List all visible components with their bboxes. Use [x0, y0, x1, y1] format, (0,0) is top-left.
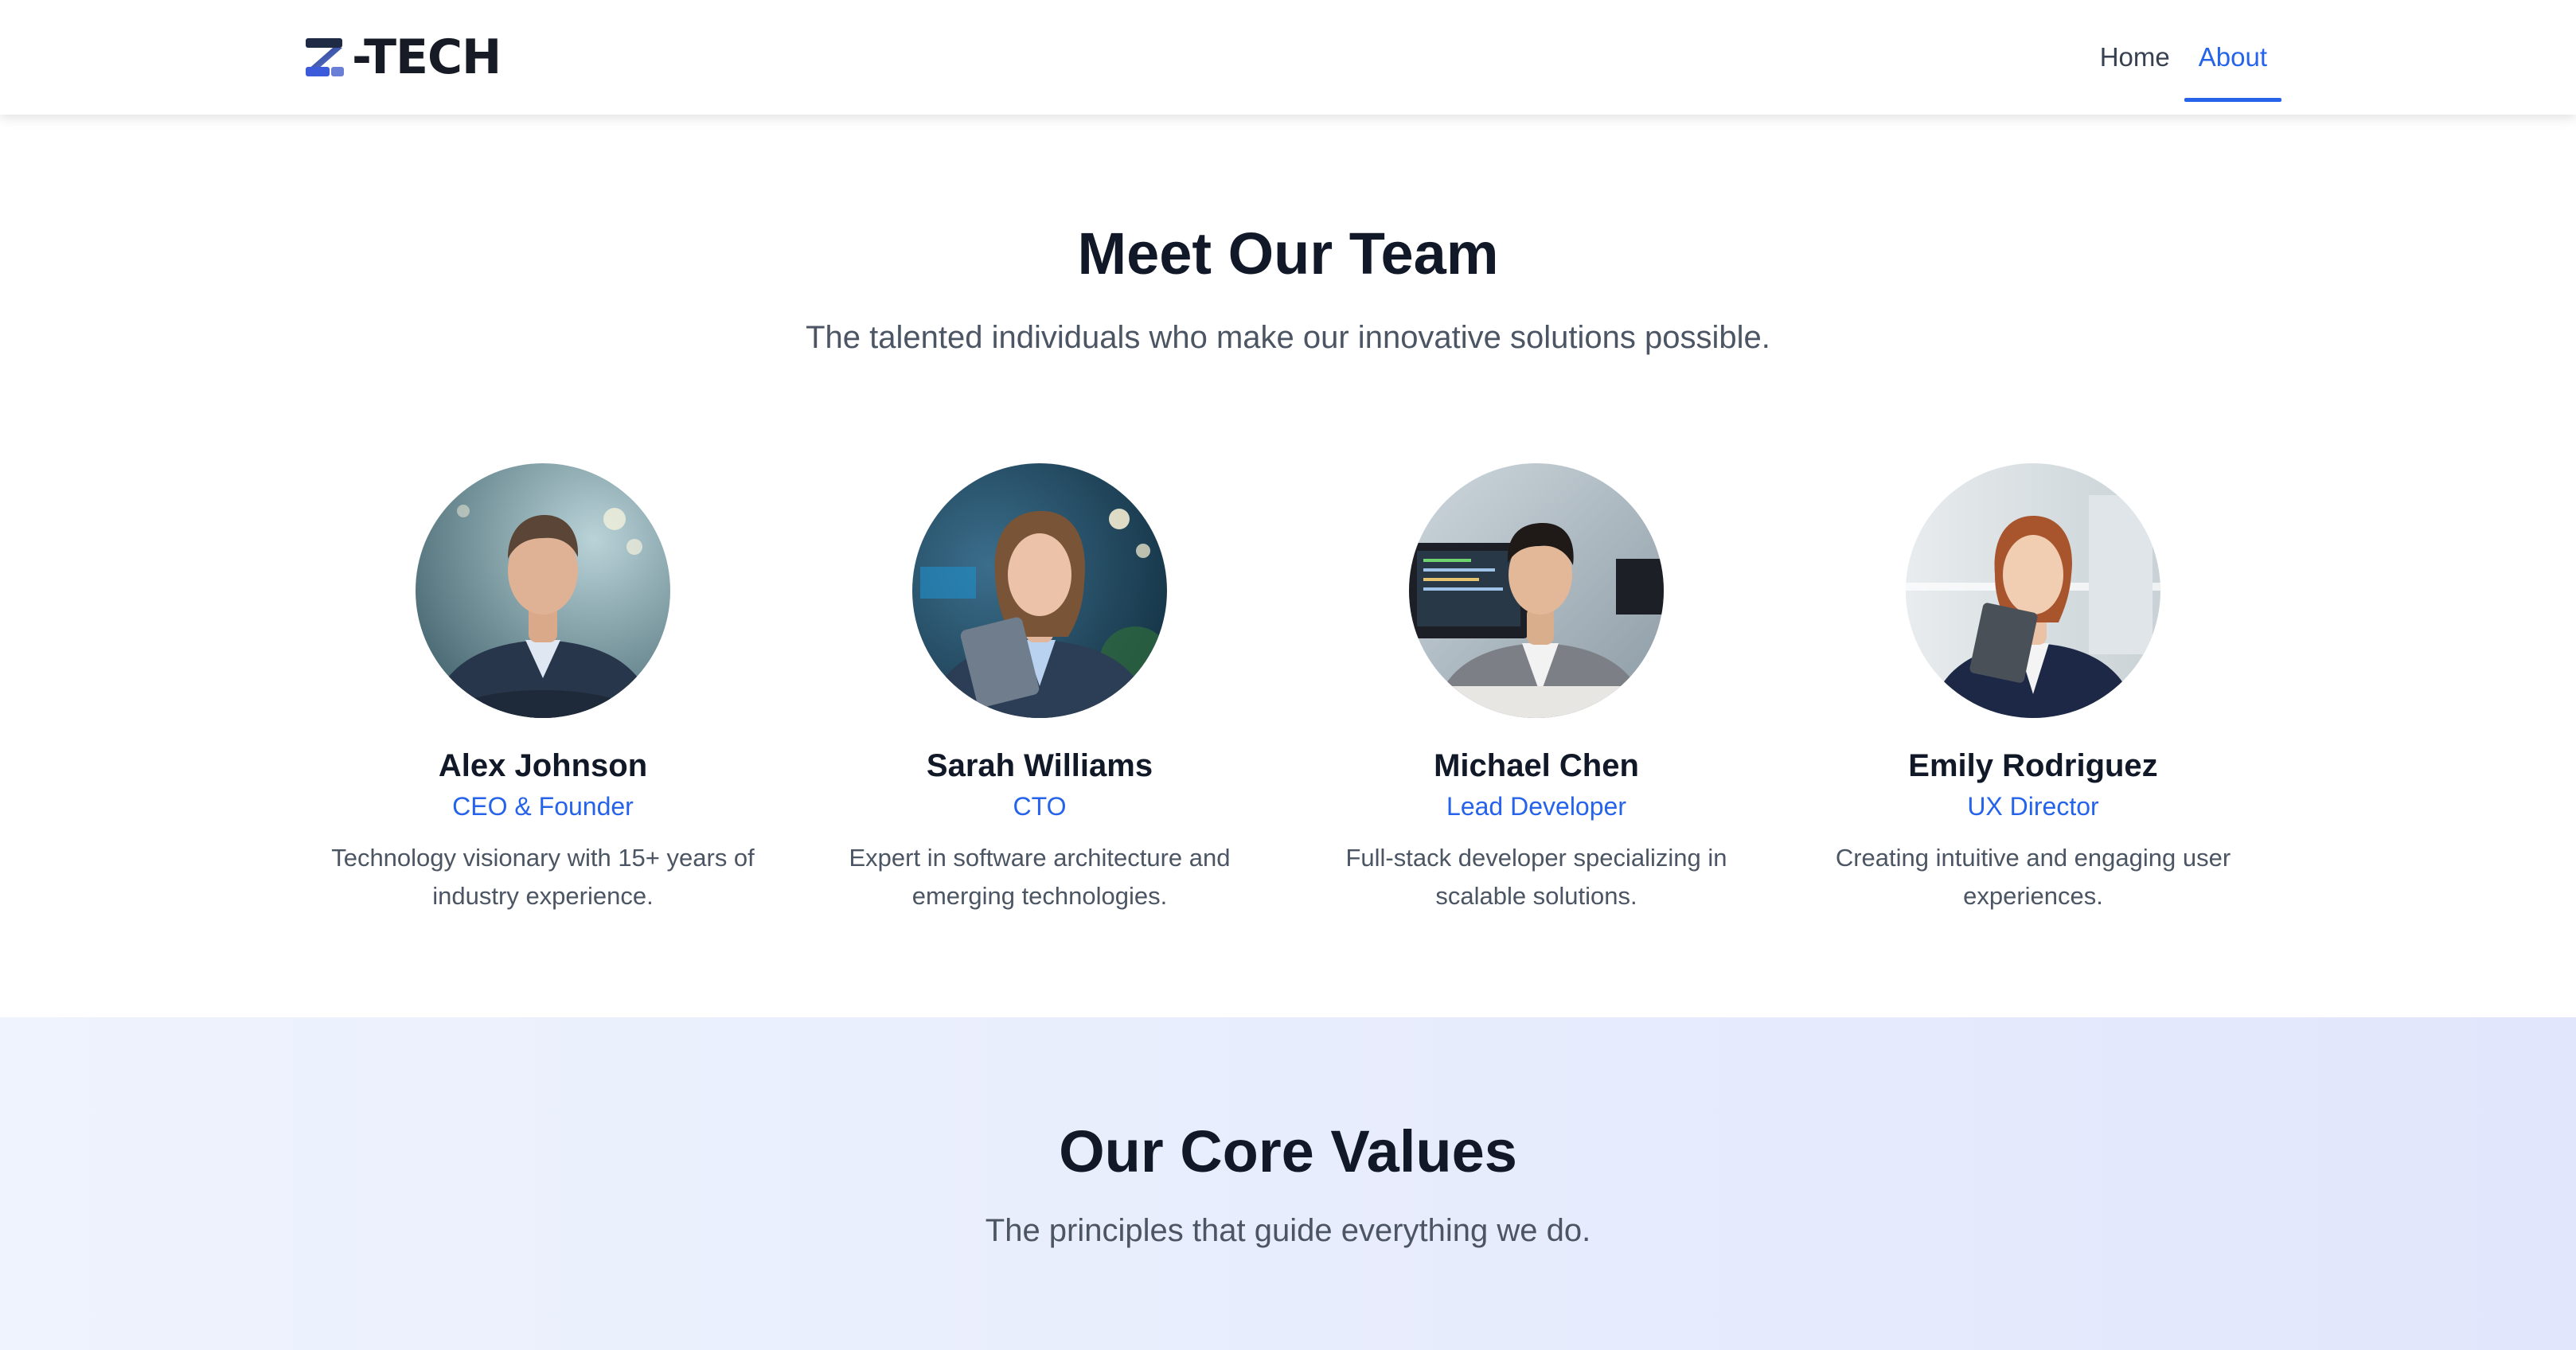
person-photo-icon: [416, 463, 670, 718]
core-values-section: Our Core Values The principles that guid…: [0, 1017, 2576, 1350]
member-bio: Creating intuitive and engaging user exp…: [1835, 844, 2231, 911]
team-member-card: Michael Chen Lead Developer Full-stack d…: [1288, 463, 1785, 915]
member-name: Sarah Williams: [926, 748, 1153, 783]
values-title: Our Core Values: [1059, 1118, 1517, 1184]
member-bio: Technology visionary with 15+ years of i…: [331, 844, 755, 911]
values-subtitle: The principles that guide everything we …: [985, 1213, 1591, 1248]
team-subtitle: The talented individuals who make our in…: [806, 320, 1770, 355]
logo-text: -TECH: [352, 29, 502, 85]
avatar: [912, 463, 1167, 718]
member-name: Emily Rodriguez: [1908, 748, 2158, 783]
team-grid: Alex Johnson CEO & Founder Technology vi…: [295, 463, 2281, 915]
person-photo-icon: [912, 463, 1167, 718]
nav-about-link[interactable]: About: [2184, 0, 2282, 115]
nav-home-link[interactable]: Home: [2086, 0, 2184, 115]
site-header: -TECH Home About: [0, 0, 2576, 115]
person-photo-icon: [1409, 463, 1664, 718]
team-title: Meet Our Team: [1077, 220, 1499, 287]
avatar: [1906, 463, 2160, 718]
main-nav: Home About: [2086, 0, 2282, 115]
team-member-card: Alex Johnson CEO & Founder Technology vi…: [295, 463, 791, 915]
member-bio: Expert in software architecture and emer…: [849, 844, 1231, 911]
member-bio: Full-stack developer specializing in sca…: [1345, 844, 1727, 911]
member-role: CTO: [1013, 792, 1067, 821]
member-role: Lead Developer: [1446, 792, 1626, 821]
member-name: Michael Chen: [1434, 748, 1639, 783]
logo[interactable]: -TECH: [302, 29, 502, 85]
team-member-card: Emily Rodriguez UX Director Creating int…: [1785, 463, 2281, 915]
avatar: [1409, 463, 1664, 718]
member-role: CEO & Founder: [452, 792, 634, 821]
logo-z-mark-icon: [306, 38, 344, 76]
member-role: UX Director: [1967, 792, 2099, 821]
member-name: Alex Johnson: [438, 748, 648, 783]
team-member-card: Sarah Williams CTO Expert in software ar…: [791, 463, 1288, 915]
avatar: [416, 463, 670, 718]
person-photo-icon: [1906, 463, 2160, 718]
